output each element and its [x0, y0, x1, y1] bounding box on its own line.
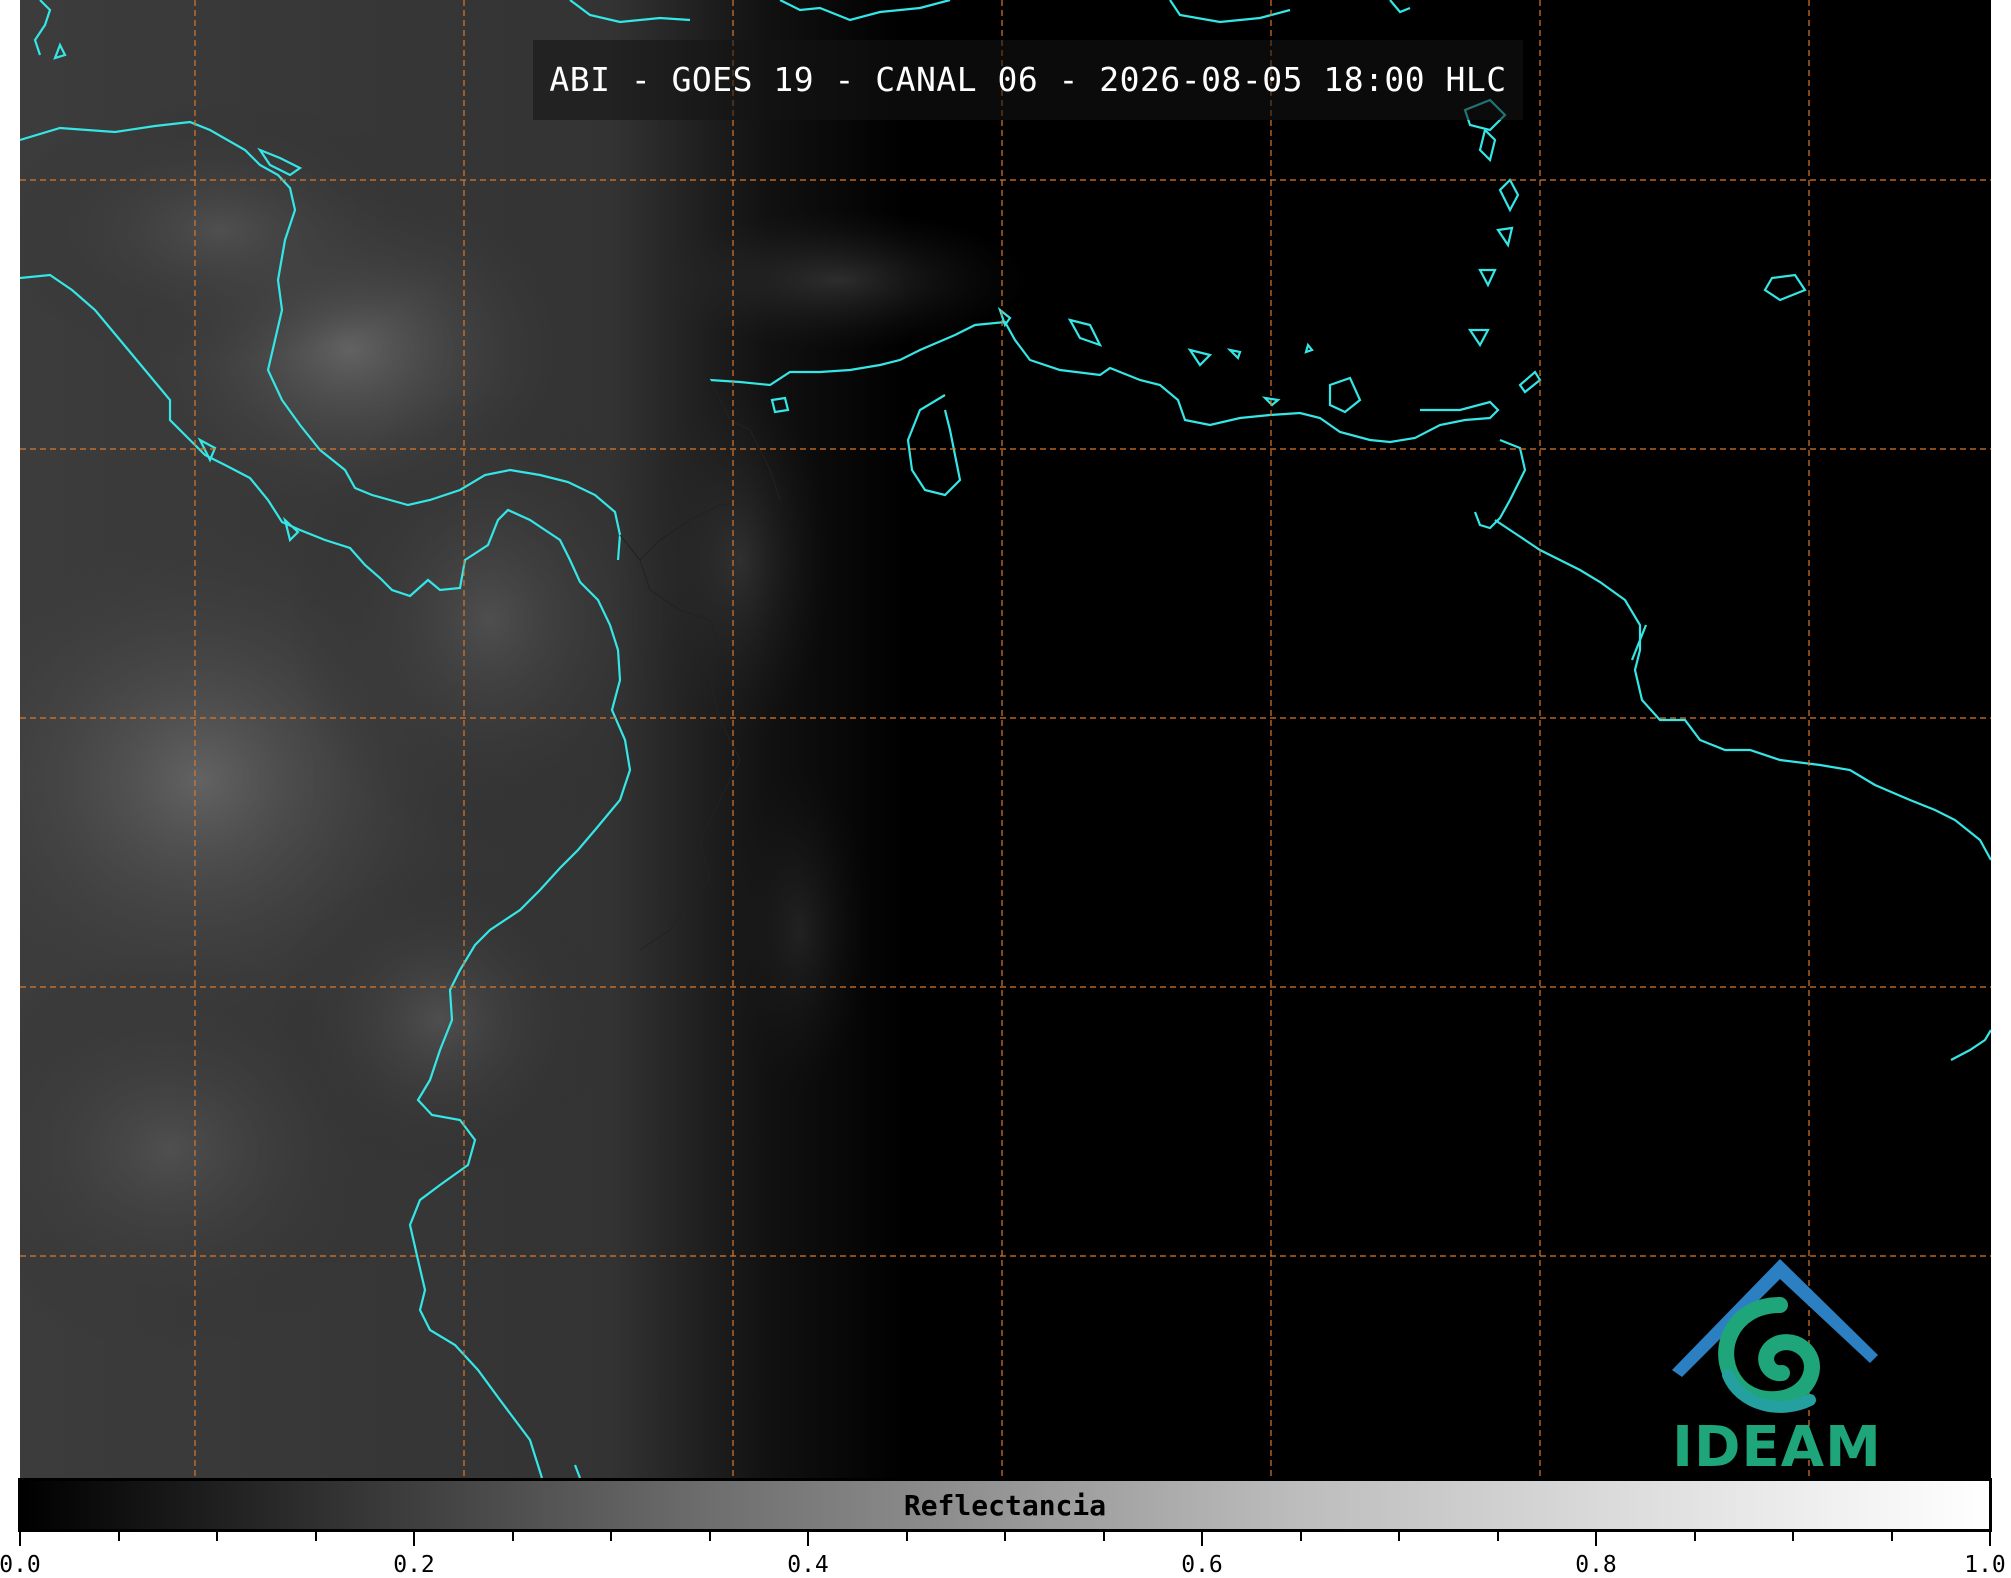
colorbar-minor-tick	[708, 1532, 711, 1541]
colorbar-minor-tick	[1496, 1532, 1499, 1541]
logo-text: IDEAM	[1672, 1415, 1882, 1480]
colorbar-minor-tick	[610, 1532, 612, 1541]
colorbar-tick-label: 0.0	[0, 1552, 41, 1578]
colorbar-tick-label: 1.0	[1964, 1552, 2006, 1578]
colorbar-tick-label: 0.4	[787, 1552, 829, 1578]
colorbar-minor-tick	[216, 1532, 218, 1541]
colorbar-minor-tick	[905, 1532, 908, 1541]
colorbar-minor-tick	[1004, 1532, 1006, 1541]
colorbar-minor-tick	[1102, 1532, 1105, 1541]
colorbar-label: Reflectancia	[903, 1489, 1107, 1522]
colorbar: Reflectancia	[18, 1478, 1992, 1532]
colorbar-minor-tick	[314, 1532, 317, 1541]
colorbar-tick-label: 0.8	[1575, 1552, 1617, 1578]
colorbar-minor-tick	[1398, 1532, 1400, 1541]
colorbar-major-tick	[19, 1532, 21, 1546]
colorbar-minor-tick	[1693, 1532, 1696, 1541]
colorbar-minor-tick	[1299, 1532, 1302, 1541]
colorbar-minor-tick	[117, 1532, 120, 1541]
colorbar-minor-tick	[511, 1532, 514, 1541]
colorbar-minor-tick	[1792, 1532, 1794, 1541]
colorbar-major-tick	[807, 1532, 809, 1546]
colorbar-minor-tick	[1890, 1532, 1893, 1541]
colorbar-major-tick	[1201, 1532, 1203, 1546]
colorbar-tick-label: 0.2	[393, 1552, 435, 1578]
colorbar-major-tick	[413, 1532, 415, 1546]
colorbar-major-tick	[1989, 1532, 1991, 1546]
colorbar-major-tick	[1595, 1532, 1597, 1546]
map-title: ABI - GOES 19 - CANAL 06 - 2026-08-05 18…	[549, 60, 1507, 99]
colorbar-tick-label: 0.6	[1181, 1552, 1223, 1578]
